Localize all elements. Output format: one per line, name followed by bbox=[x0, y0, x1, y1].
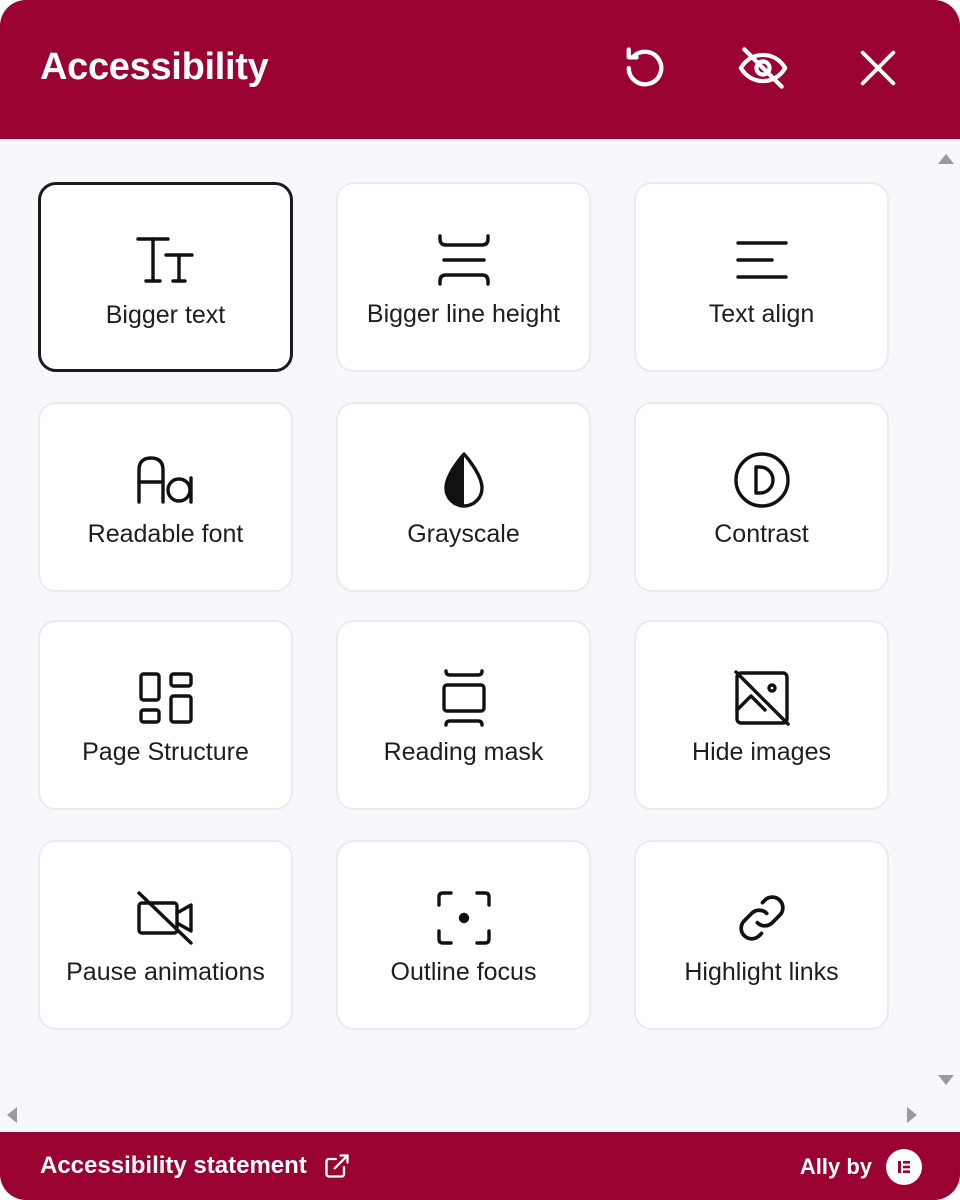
tool-bigger-text[interactable]: Bigger text bbox=[38, 182, 293, 372]
tool-label: Reading mask bbox=[383, 738, 544, 766]
tool-page-structure[interactable]: Page Structure bbox=[38, 620, 293, 810]
tool-label: Readable font bbox=[87, 520, 244, 548]
tool-hide-images[interactable]: Hide images bbox=[634, 620, 889, 810]
panel-title: Accessibility bbox=[40, 46, 269, 88]
tool-outline-focus[interactable]: Outline focus bbox=[336, 840, 591, 1030]
drop-half-icon bbox=[432, 448, 496, 512]
scroll-left-arrow[interactable] bbox=[7, 1107, 17, 1123]
tool-label: Contrast bbox=[714, 520, 809, 548]
accessibility-panel: Accessibility Bigger text Bigger line he… bbox=[0, 0, 960, 1200]
text-align-icon bbox=[730, 228, 794, 292]
tool-label: Bigger text bbox=[105, 301, 226, 329]
elementor-logo-icon bbox=[886, 1149, 922, 1185]
scroll-down-arrow[interactable] bbox=[938, 1075, 954, 1085]
tool-highlight-links[interactable]: Highlight links bbox=[634, 840, 889, 1030]
video-off-icon bbox=[134, 886, 198, 950]
panel-header: Accessibility bbox=[0, 0, 960, 139]
close-icon bbox=[860, 50, 896, 86]
hide-widget-button[interactable] bbox=[733, 38, 793, 98]
tool-contrast[interactable]: Contrast bbox=[634, 402, 889, 592]
accessibility-statement-link[interactable]: Accessibility statement bbox=[40, 1152, 351, 1180]
image-off-icon bbox=[730, 666, 794, 730]
ally-brand-link[interactable]: Ally by bbox=[800, 1149, 922, 1185]
focus-outline-icon bbox=[432, 886, 496, 950]
link-icon bbox=[730, 886, 794, 950]
line-height-icon bbox=[432, 228, 496, 292]
tool-pause-animations[interactable]: Pause animations bbox=[38, 840, 293, 1030]
page-structure-icon bbox=[134, 666, 198, 730]
reset-button[interactable] bbox=[615, 38, 675, 98]
statement-label: Accessibility statement bbox=[40, 1152, 307, 1179]
reset-icon bbox=[626, 47, 664, 87]
scroll-up-arrow[interactable] bbox=[938, 154, 954, 164]
tool-label: Bigger line height bbox=[366, 300, 561, 328]
external-link-icon bbox=[323, 1152, 351, 1180]
tool-label: Text align bbox=[708, 300, 815, 328]
panel-footer: Accessibility statement Ally by bbox=[0, 1132, 960, 1200]
tool-label: Grayscale bbox=[407, 520, 520, 548]
reading-mask-icon bbox=[432, 666, 496, 730]
tool-label: Pause animations bbox=[66, 958, 265, 986]
font-icon bbox=[134, 448, 198, 512]
tool-text-align[interactable]: Text align bbox=[634, 182, 889, 372]
brand-label: Ally by bbox=[799, 1154, 872, 1179]
text-size-icon bbox=[134, 229, 198, 293]
close-button[interactable] bbox=[848, 38, 908, 98]
tool-grayscale[interactable]: Grayscale bbox=[336, 402, 591, 592]
tool-reading-mask[interactable]: Reading mask bbox=[336, 620, 591, 810]
tool-label: Highlight links bbox=[684, 958, 839, 986]
scroll-right-arrow[interactable] bbox=[907, 1107, 917, 1123]
eye-off-icon bbox=[738, 47, 788, 89]
contrast-icon bbox=[730, 448, 794, 512]
tool-bigger-line-height[interactable]: Bigger line height bbox=[336, 182, 591, 372]
tool-label: Hide images bbox=[692, 738, 831, 766]
tools-grid: Bigger text Bigger line height Text alig… bbox=[0, 139, 960, 1132]
tool-label: Outline focus bbox=[390, 958, 537, 986]
tool-label: Page Structure bbox=[82, 738, 249, 766]
tool-readable-font[interactable]: Readable font bbox=[38, 402, 293, 592]
